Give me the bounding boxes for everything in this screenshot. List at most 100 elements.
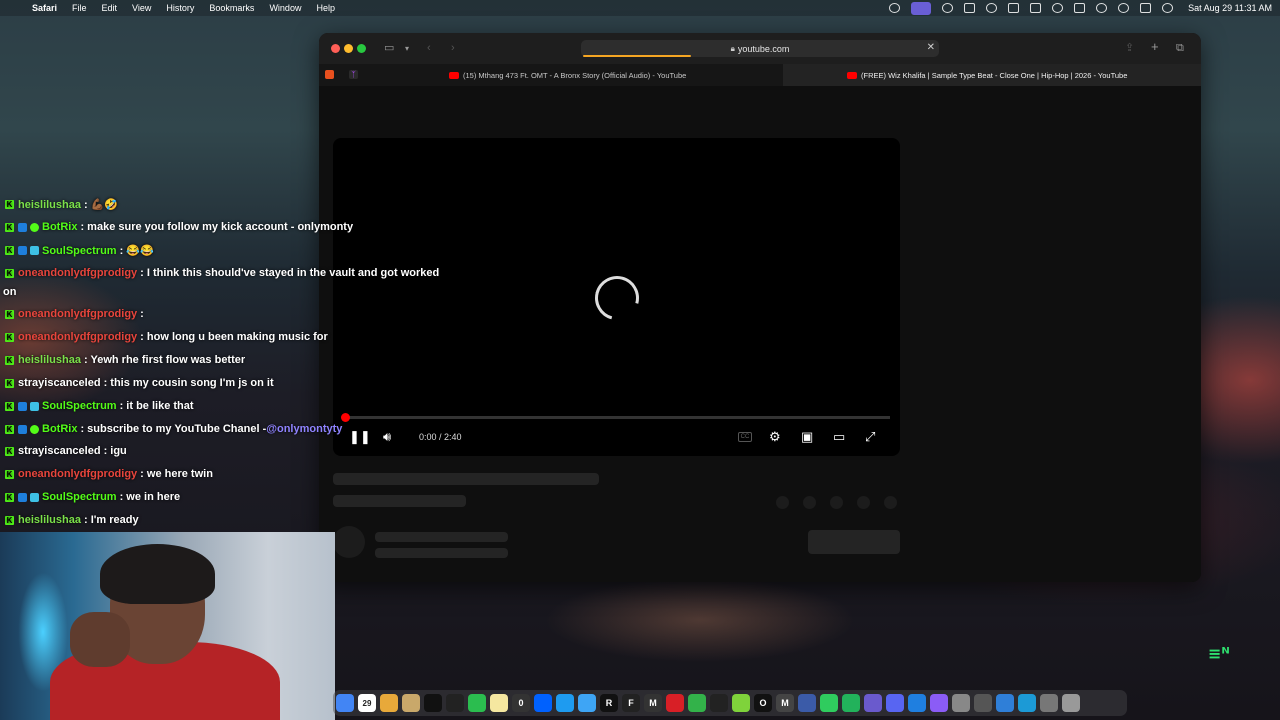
chat-message-continuation: on: [3, 286, 16, 298]
dock-red-icon[interactable]: [666, 694, 684, 712]
status-icon-3[interactable]: [964, 3, 976, 13]
moon-icon[interactable]: [986, 3, 998, 13]
dock-app-m[interactable]: M: [644, 694, 662, 712]
streamer-hand: [70, 612, 130, 667]
chat-message: K SoulSpectrum : it be like that: [0, 400, 194, 412]
dock-trash-icon[interactable]: [1062, 694, 1080, 712]
menu-clock[interactable]: Sat Aug 29 11:31 AM: [1188, 3, 1272, 13]
share-icon[interactable]: ⇪: [1125, 43, 1134, 54]
chat-mention[interactable]: @onlymontyty: [266, 423, 342, 435]
dock-screen-icon[interactable]: [798, 694, 816, 712]
dock-finder-icon[interactable]: [578, 694, 596, 712]
dock-globe-icon[interactable]: [996, 694, 1014, 712]
verified-badge-icon: [30, 424, 39, 434]
dock-app-0[interactable]: 0: [512, 694, 530, 712]
wifi-icon[interactable]: [1096, 3, 1108, 13]
dock-settings-icon[interactable]: [952, 694, 970, 712]
tab-2[interactable]: (FREE) Wiz Khalifa | Sample Type Beat - …: [783, 64, 1201, 86]
settings-gear-icon[interactable]: ⚙︎: [769, 430, 781, 444]
avatar-skeleton: [333, 526, 365, 558]
miniplayer-icon[interactable]: ▣: [801, 430, 813, 444]
dock-notes2-icon[interactable]: [490, 694, 508, 712]
dock-green-icon[interactable]: [688, 694, 706, 712]
menu-help[interactable]: Help: [316, 3, 335, 13]
status-icon-1[interactable]: [889, 3, 901, 13]
channel-logo-icon: ≡ᴺ: [1208, 644, 1230, 663]
menu-bookmarks[interactable]: Bookmarks: [209, 3, 254, 13]
stop-loading-icon[interactable]: ✕: [927, 42, 935, 53]
dock-notes-icon[interactable]: [402, 694, 420, 712]
siri-icon[interactable]: [1162, 3, 1174, 13]
zoom-window-button[interactable]: [357, 44, 366, 53]
dock-wa-icon[interactable]: [820, 694, 838, 712]
status-icon-2[interactable]: [942, 3, 954, 13]
dock-grid-icon[interactable]: [842, 694, 860, 712]
menu-view[interactable]: View: [132, 3, 151, 13]
tab-overview-icon[interactable]: ⧉: [1176, 43, 1184, 54]
status-area: Sat Aug 29 11:31 AM: [889, 1, 1272, 15]
status-icon-4[interactable]: [1030, 3, 1042, 13]
new-tab-icon[interactable]: +: [1151, 40, 1159, 53]
chat-message: K SoulSpectrum : 😂😂: [0, 244, 154, 257]
chat-text: : how long u been making music for: [140, 331, 328, 343]
dock-capcut-icon[interactable]: [446, 694, 464, 712]
dock-appletv-icon[interactable]: [424, 694, 442, 712]
dock-app-m[interactable]: M: [776, 694, 794, 712]
badge-icon: [18, 222, 27, 232]
close-window-button[interactable]: [331, 44, 340, 53]
dock-help-icon[interactable]: [974, 694, 992, 712]
streamer-durag: [100, 544, 215, 604]
tab-bar: ᛉ (15) Mthang 473 Ft. OMT - A Bronx Stor…: [319, 64, 1201, 86]
dock-calendar-icon[interactable]: 29: [358, 694, 376, 712]
minimize-window-button[interactable]: [344, 44, 353, 53]
menu-file[interactable]: File: [72, 3, 87, 13]
menu-window[interactable]: Window: [269, 3, 301, 13]
dock-discord-icon[interactable]: [886, 694, 904, 712]
control-center-icon[interactable]: [1140, 3, 1152, 13]
kick-icon: K: [5, 246, 14, 255]
badge-icon: [18, 424, 27, 434]
pinned-tab-1[interactable]: [325, 70, 334, 79]
dock-purple-icon[interactable]: [864, 694, 882, 712]
dock-cursor-icon[interactable]: [930, 694, 948, 712]
back-icon[interactable]: ‹: [427, 43, 431, 54]
dock-app-f[interactable]: F: [622, 694, 640, 712]
address-bar[interactable]: 🔒︎ youtube.com ✕: [581, 40, 939, 57]
dock-app-r[interactable]: R: [600, 694, 618, 712]
captions-button[interactable]: CC: [738, 432, 752, 442]
menu-app-name[interactable]: Safari: [32, 3, 57, 13]
theater-mode-icon[interactable]: ▭: [833, 430, 845, 444]
tab-2-title: (FREE) Wiz Khalifa | Sample Type Beat - …: [861, 70, 1128, 80]
menu-edit[interactable]: Edit: [102, 3, 118, 13]
search-icon[interactable]: [1118, 3, 1130, 13]
window-icon[interactable]: [1008, 3, 1020, 13]
dock-chrome-icon[interactable]: [336, 694, 354, 712]
dock-x-icon[interactable]: [732, 694, 750, 712]
dock-dropbox-icon[interactable]: [534, 694, 552, 712]
dock-globe2-icon[interactable]: [1018, 694, 1036, 712]
battery-icon[interactable]: [1074, 3, 1086, 13]
play-icon[interactable]: [1052, 3, 1064, 13]
sidebar-icon[interactable]: ▭: [384, 43, 394, 54]
screen-record-icon[interactable]: [911, 1, 932, 15]
forward-icon[interactable]: ›: [451, 43, 455, 54]
tab-1[interactable]: (15) Mthang 473 Ft. OMT - A Bronx Story …: [449, 64, 781, 86]
kick-icon: K: [5, 200, 14, 209]
chat-text: : igu: [103, 445, 127, 457]
pinned-tab-2[interactable]: ᛉ: [349, 70, 358, 79]
dock-app-o[interactable]: O: [754, 694, 772, 712]
dock-brush-icon[interactable]: [710, 694, 728, 712]
chevron-down-icon[interactable]: ▾: [405, 43, 409, 54]
dock-appstore-icon[interactable]: [556, 694, 574, 712]
menu-bar: Safari File Edit View History Bookmarks …: [0, 0, 1280, 16]
fullscreen-icon[interactable]: ⤢: [865, 430, 875, 444]
chat-username: strayiscanceled: [18, 377, 101, 389]
dock-question-icon[interactable]: [1040, 694, 1058, 712]
kick-icon: K: [5, 424, 14, 434]
dock-numbers-icon[interactable]: [468, 694, 486, 712]
kick-icon: K: [5, 401, 14, 411]
dock-bluetooth-icon[interactable]: [908, 694, 926, 712]
dock-photos-icon[interactable]: [380, 694, 398, 712]
apple-icon[interactable]: [8, 3, 18, 14]
menu-history[interactable]: History: [166, 3, 194, 13]
